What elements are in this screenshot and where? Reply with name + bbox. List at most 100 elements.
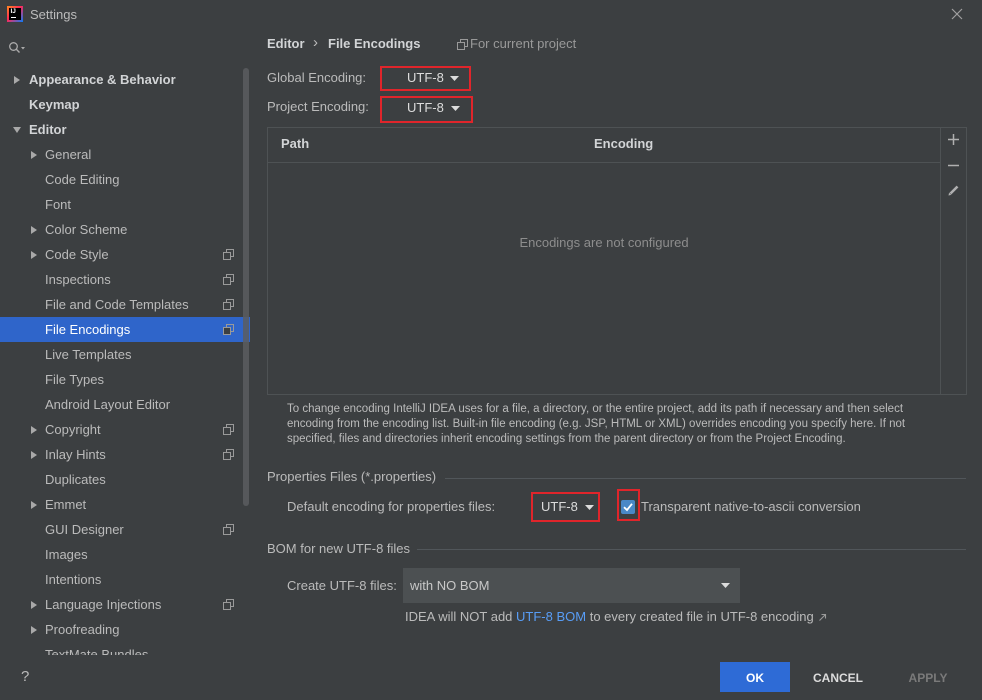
chevron-right-icon[interactable]: [30, 626, 38, 634]
chevron-down-icon[interactable]: [13, 126, 21, 134]
properties-encoding-value: UTF-8: [541, 499, 578, 514]
sidebar-scrollbar[interactable]: [243, 68, 249, 506]
pencil-icon[interactable]: [948, 185, 959, 196]
properties-section-title: Properties Files (*.properties): [267, 469, 437, 484]
sidebar-item-appearance-behavior[interactable]: Appearance & Behavior: [0, 67, 250, 92]
table-empty-text: Encodings are not configured: [519, 235, 689, 250]
project-scope-icon: [223, 524, 234, 535]
sidebar-item-emmet[interactable]: Emmet: [0, 492, 250, 517]
help-text-line: To change encoding IntelliJ IDEA uses fo…: [287, 403, 904, 415]
close-icon[interactable]: [951, 8, 963, 20]
properties-encoding-combo[interactable]: UTF-8: [533, 494, 598, 520]
project-encoding-label: Project Encoding:: [267, 99, 369, 114]
column-header-encoding[interactable]: Encoding: [594, 136, 653, 152]
sidebar-item-label: Images: [45, 547, 88, 562]
sidebar-item-label: Inlay Hints: [45, 447, 106, 462]
sidebar-item-label: Copyright: [45, 422, 101, 437]
chevron-right-icon[interactable]: [30, 426, 38, 434]
help-text-line: encoding from the encoding list. Built-i…: [287, 418, 906, 430]
sidebar-item-language-injections[interactable]: Language Injections: [0, 592, 250, 617]
native-to-ascii-label[interactable]: Transparent native-to-ascii conversion: [641, 499, 861, 515]
sidebar-item-general[interactable]: General: [0, 142, 250, 167]
sidebar-item-inspections[interactable]: Inspections: [0, 267, 250, 292]
sidebar-item-label: File Types: [45, 372, 105, 387]
annotation-highlight: [617, 489, 640, 521]
sidebar-item-label: Android Layout Editor: [45, 397, 171, 412]
triangle-down-icon: [451, 106, 460, 111]
sidebar-item-copyright[interactable]: Copyright: [0, 417, 250, 442]
section-divider: [417, 549, 966, 550]
table-header: Path Encoding: [268, 128, 940, 163]
sidebar-item-label: Intentions: [45, 572, 102, 587]
sidebar-item-file-types[interactable]: File Types: [0, 367, 250, 392]
sidebar-item-live-templates[interactable]: Live Templates: [0, 342, 250, 367]
chevron-right-icon[interactable]: [30, 451, 38, 459]
sidebar-item-images[interactable]: Images: [0, 542, 250, 567]
chevron-right-icon[interactable]: [30, 501, 38, 509]
path-encoding-table[interactable]: Path Encoding Encodings are not configur…: [267, 127, 967, 395]
global-encoding-label: Global Encoding:: [267, 70, 367, 85]
sidebar-item-textmate-bundles[interactable]: TextMate Bundles: [0, 642, 250, 655]
sidebar-item-editor[interactable]: Editor: [0, 117, 250, 142]
chevron-right-icon[interactable]: [30, 251, 38, 259]
project-scope-icon: [223, 324, 234, 335]
sidebar-item-file-and-code-templates[interactable]: File and Code Templates: [0, 292, 250, 317]
bom-select-value: with NO BOM: [410, 577, 490, 593]
triangle-down-icon: [450, 76, 459, 81]
minus-icon[interactable]: [948, 160, 959, 171]
cancel-button[interactable]: CANCEL: [800, 662, 876, 692]
sidebar-item-android-layout-editor[interactable]: Android Layout Editor: [0, 392, 250, 417]
sidebar-item-code-editing[interactable]: Code Editing: [0, 167, 250, 192]
sidebar-item-font[interactable]: Font: [0, 192, 250, 217]
sidebar-item-label: File and Code Templates: [45, 297, 189, 312]
chevron-right-icon[interactable]: [30, 151, 38, 159]
sidebar-item-label: Live Templates: [45, 347, 132, 362]
plus-icon[interactable]: [948, 133, 959, 145]
column-header-path[interactable]: Path: [281, 136, 309, 152]
create-utf8-label: Create UTF-8 files:: [287, 578, 397, 593]
utf8-bom-link[interactable]: UTF-8 BOM: [516, 609, 586, 624]
sidebar-item-inlay-hints[interactable]: Inlay Hints: [0, 442, 250, 467]
scope-label: For current project: [470, 36, 577, 51]
global-encoding-combo[interactable]: UTF-8: [382, 68, 469, 89]
bom-section-title: BOM for new UTF-8 files: [267, 541, 411, 556]
search-icon[interactable]: [8, 41, 26, 54]
help-button[interactable]: ?: [21, 668, 29, 686]
bom-select[interactable]: with NO BOM: [403, 568, 740, 603]
project-scope-icon: [223, 299, 234, 310]
search-input[interactable]: [30, 37, 240, 58]
project-scope-icon: [223, 274, 234, 285]
breadcrumb-parent[interactable]: Editor: [267, 36, 305, 52]
annotation-highlight: UTF-8: [380, 96, 473, 123]
sidebar-item-color-scheme[interactable]: Color Scheme: [0, 217, 250, 242]
project-scope-icon: [457, 39, 468, 50]
sidebar-item-label: Appearance & Behavior: [29, 72, 176, 87]
encoding-help-text: To change encoding IntelliJ IDEA uses fo…: [287, 402, 905, 447]
annotation-highlight: UTF-8: [531, 492, 600, 522]
sidebar-item-label: Emmet: [45, 497, 87, 512]
chevron-right-icon[interactable]: [30, 601, 38, 609]
sidebar-item-label: Inspections: [45, 272, 111, 287]
sidebar-item-duplicates[interactable]: Duplicates: [0, 467, 250, 492]
ok-button[interactable]: OK: [720, 662, 790, 692]
intellij-idea-icon: IJ: [7, 6, 23, 22]
project-encoding-combo[interactable]: UTF-8: [382, 98, 471, 121]
external-link-icon: [819, 613, 827, 621]
settings-search[interactable]: [0, 35, 250, 60]
checkmark-icon: [623, 503, 633, 512]
chevron-right-icon[interactable]: [13, 76, 21, 84]
project-encoding-value: UTF-8: [407, 100, 444, 115]
sidebar-item-keymap[interactable]: Keymap: [0, 92, 250, 117]
chevron-right-icon[interactable]: [30, 226, 38, 234]
project-scope-icon: [223, 249, 234, 260]
sidebar-item-label: Color Scheme: [45, 222, 128, 237]
apply-button[interactable]: APPLY: [890, 662, 966, 692]
native-to-ascii-checkbox[interactable]: [621, 500, 635, 514]
sidebar-item-file-encodings[interactable]: File Encodings: [0, 317, 250, 342]
sidebar-item-code-style[interactable]: Code Style: [0, 242, 250, 267]
sidebar-item-gui-designer[interactable]: GUI Designer: [0, 517, 250, 542]
sidebar-item-label: Code Editing: [45, 172, 120, 187]
annotation-highlight: UTF-8: [380, 66, 471, 91]
sidebar-item-proofreading[interactable]: Proofreading: [0, 617, 250, 642]
sidebar-item-intentions[interactable]: Intentions: [0, 567, 250, 592]
